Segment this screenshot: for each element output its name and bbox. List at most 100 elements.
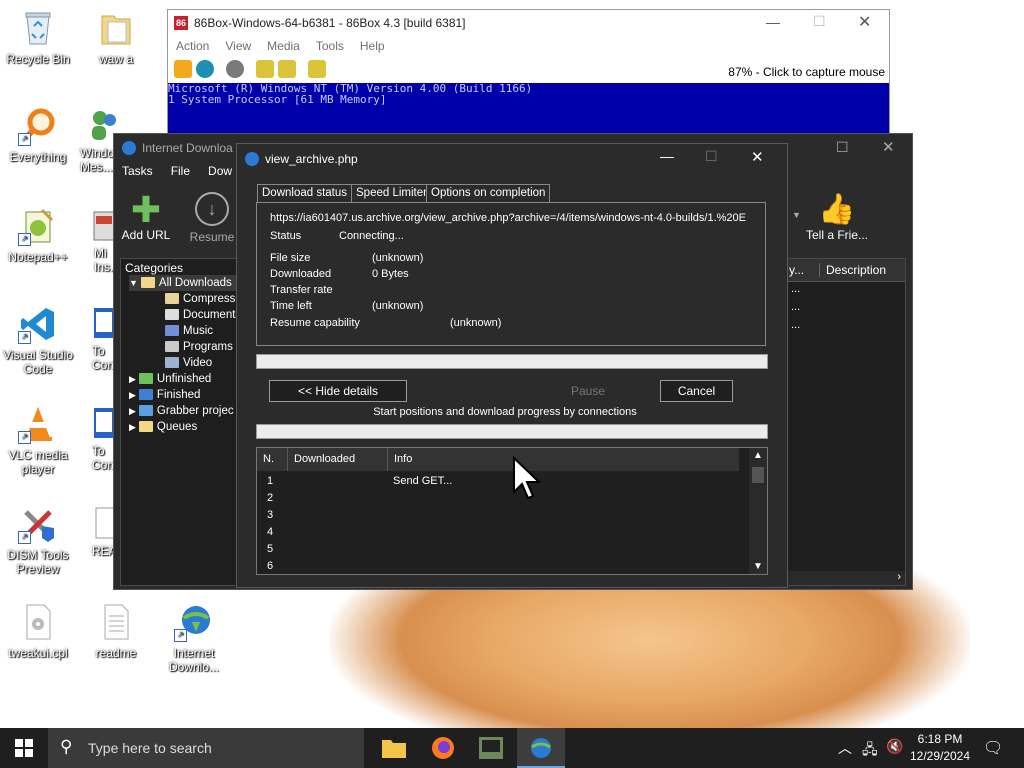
category-documents[interactable]: Documents: [165, 307, 241, 323]
network-icon[interactable]: 🖧: [862, 739, 878, 763]
menu-downloads[interactable]: Dow: [208, 164, 232, 178]
table-row[interactable]: 3: [267, 509, 273, 521]
floppy-icon[interactable]: [278, 60, 296, 78]
category-video[interactable]: Video: [165, 355, 212, 371]
windows-logo-icon: [15, 739, 33, 757]
desktop-icon-vlc[interactable]: ↗ VLC media player: [0, 404, 76, 476]
desktop-icon-tweakui[interactable]: tweakui.cpl: [0, 602, 76, 660]
desktop-icon-vscode[interactable]: ↗ Visual Studio Code: [0, 304, 76, 376]
table-row[interactable]: 1 Send GET...: [267, 475, 737, 487]
category-queues[interactable]: ▶ Queues: [129, 419, 197, 435]
maximize-icon[interactable]: ☐: [836, 139, 849, 156]
column-header-partial[interactable]: y...: [789, 263, 804, 277]
idm-globe-icon: ↗: [174, 602, 214, 642]
menu-help[interactable]: Help: [360, 36, 385, 56]
list-row[interactable]: ...: [791, 301, 800, 313]
taskbar-idm[interactable]: [517, 728, 565, 768]
dialog-titlebar[interactable]: view_archive.php — ☐ ✕: [237, 144, 787, 174]
scroll-up-icon[interactable]: ▲: [753, 450, 763, 461]
taskbar-86box[interactable]: [467, 728, 515, 768]
desktop-icon-waw-a[interactable]: waw a: [78, 8, 154, 66]
column-header-description[interactable]: Description: [819, 263, 886, 277]
dropdown-arrow-icon[interactable]: ▼: [792, 210, 801, 220]
table-row[interactable]: 6: [267, 560, 273, 572]
expand-icon: ▶: [129, 422, 136, 432]
desktop-icon-total-commander-2[interactable]: To Comm...: [78, 404, 118, 472]
category-compressed[interactable]: Compresse: [165, 291, 242, 307]
tell-a-friend-button[interactable]: 👍 Tell a Frie...: [802, 192, 872, 242]
minimize-icon[interactable]: —: [766, 14, 780, 30]
category-all-downloads[interactable]: ▼ All Downloads: [129, 275, 239, 291]
desktop-icon-windows-messenger[interactable]: Windows Mes...: [78, 106, 118, 174]
idm-app-icon: [122, 141, 136, 155]
desktop-icon-readme-partial[interactable]: REA...: [78, 504, 118, 558]
scroll-right-icon[interactable]: ›: [897, 571, 901, 583]
scroll-down-icon[interactable]: ▼: [753, 561, 763, 572]
downloads-list[interactable]: y... Description ... ... ... ›: [786, 258, 906, 586]
close-icon[interactable]: ✕: [858, 12, 871, 32]
close-icon[interactable]: ✕: [751, 148, 764, 166]
desktop-icon-internet-download-manager[interactable]: ↗ Internet Downlo...: [156, 602, 232, 674]
add-url-button[interactable]: ✚ Add URL: [118, 192, 174, 243]
horizontal-scrollbar[interactable]: ›: [787, 571, 905, 585]
folder-icon: [138, 373, 153, 385]
taskbar-firefox[interactable]: [419, 728, 467, 768]
close-icon[interactable]: ✕: [882, 138, 895, 156]
list-row[interactable]: ...: [791, 319, 800, 331]
category-programs[interactable]: Programs: [165, 339, 233, 355]
category-finished[interactable]: ▶ Finished: [129, 387, 200, 403]
settings-icon[interactable]: [256, 60, 274, 78]
notifications-icon[interactable]: 🗨: [983, 738, 1003, 758]
menu-view[interactable]: View: [225, 36, 251, 56]
status-label: Status: [270, 230, 302, 242]
column-header-n[interactable]: N.: [263, 448, 274, 471]
category-music[interactable]: Music: [165, 323, 213, 339]
categories-tree[interactable]: Categories ▼ All Downloads Compresse Docu…: [120, 258, 242, 586]
table-row[interactable]: 2: [267, 492, 273, 504]
desktop-icon-everything[interactable]: ↗ Everything: [0, 106, 76, 164]
desktop-icon-dism-tools[interactable]: ↗ DISM Tools Preview: [0, 504, 76, 576]
column-header-downloaded[interactable]: Downloaded: [287, 448, 384, 471]
resume-button[interactable]: ↓ Resume: [184, 192, 240, 244]
start-button[interactable]: [0, 728, 48, 768]
tab-options-on-completion[interactable]: Options on completion: [426, 184, 551, 203]
chevron-up-icon[interactable]: ︿: [838, 738, 852, 758]
vertical-scrollbar[interactable]: ▲ ▼: [749, 448, 767, 574]
table-row[interactable]: 4: [267, 526, 273, 538]
box86-window[interactable]: 86 86Box-Windows-64-b6381 - 86Box 4.3 [b…: [167, 9, 890, 146]
table-row[interactable]: 5: [267, 543, 273, 555]
desktop-icon-notepad-plus-plus[interactable]: ↗ Notepad++: [0, 206, 76, 264]
hide-details-button[interactable]: << Hide details: [269, 380, 407, 402]
desktop-icon-total-commander-1[interactable]: To Comm...: [78, 304, 118, 372]
taskbar-file-explorer[interactable]: [370, 728, 418, 768]
desktop-icon-readme[interactable]: readme: [78, 602, 154, 660]
menu-media[interactable]: Media: [267, 36, 300, 56]
volume-muted-icon[interactable]: 🔇: [886, 738, 903, 755]
tab-speed-limiter[interactable]: Speed Limiter: [351, 184, 432, 203]
maximize-icon[interactable]: ☐: [813, 13, 826, 30]
box86-toolbar: 87% - Click to capture mouse: [168, 56, 889, 82]
list-row[interactable]: ...: [791, 283, 800, 295]
menu-file[interactable]: File: [171, 164, 190, 178]
desktop-icon-recycle-bin[interactable]: Recycle Bin: [0, 8, 76, 66]
desktop-icon-mi-installer[interactable]: Mi Ins...: [78, 206, 118, 274]
ctrl-alt-del-icon[interactable]: [196, 60, 214, 78]
clock[interactable]: 6:18 PM 12/29/2024: [908, 731, 972, 765]
scrollbar-thumb[interactable]: [752, 467, 764, 483]
search-box[interactable]: ⚲ Type here to search: [48, 728, 364, 768]
maximize-icon[interactable]: ☐: [705, 148, 718, 165]
category-unfinished[interactable]: ▶ Unfinished: [129, 371, 211, 387]
menu-tools[interactable]: Tools: [316, 36, 344, 56]
media-icon[interactable]: [308, 60, 326, 78]
column-header-info[interactable]: Info: [387, 448, 412, 471]
menu-tasks[interactable]: Tasks: [122, 164, 153, 178]
category-grabber-projects[interactable]: ▶ Grabber projec: [129, 403, 234, 419]
pause-icon[interactable]: [174, 60, 192, 78]
cancel-button[interactable]: Cancel: [660, 380, 733, 402]
download-progress-dialog[interactable]: view_archive.php — ☐ ✕ Download status S…: [236, 143, 788, 588]
menu-action[interactable]: Action: [176, 36, 209, 56]
pause-button[interactable]: Pause: [555, 380, 621, 402]
minimize-icon[interactable]: —: [660, 148, 674, 164]
box86-titlebar[interactable]: 86 86Box-Windows-64-b6381 - 86Box 4.3 [b…: [168, 10, 889, 36]
reset-icon[interactable]: [226, 60, 244, 78]
